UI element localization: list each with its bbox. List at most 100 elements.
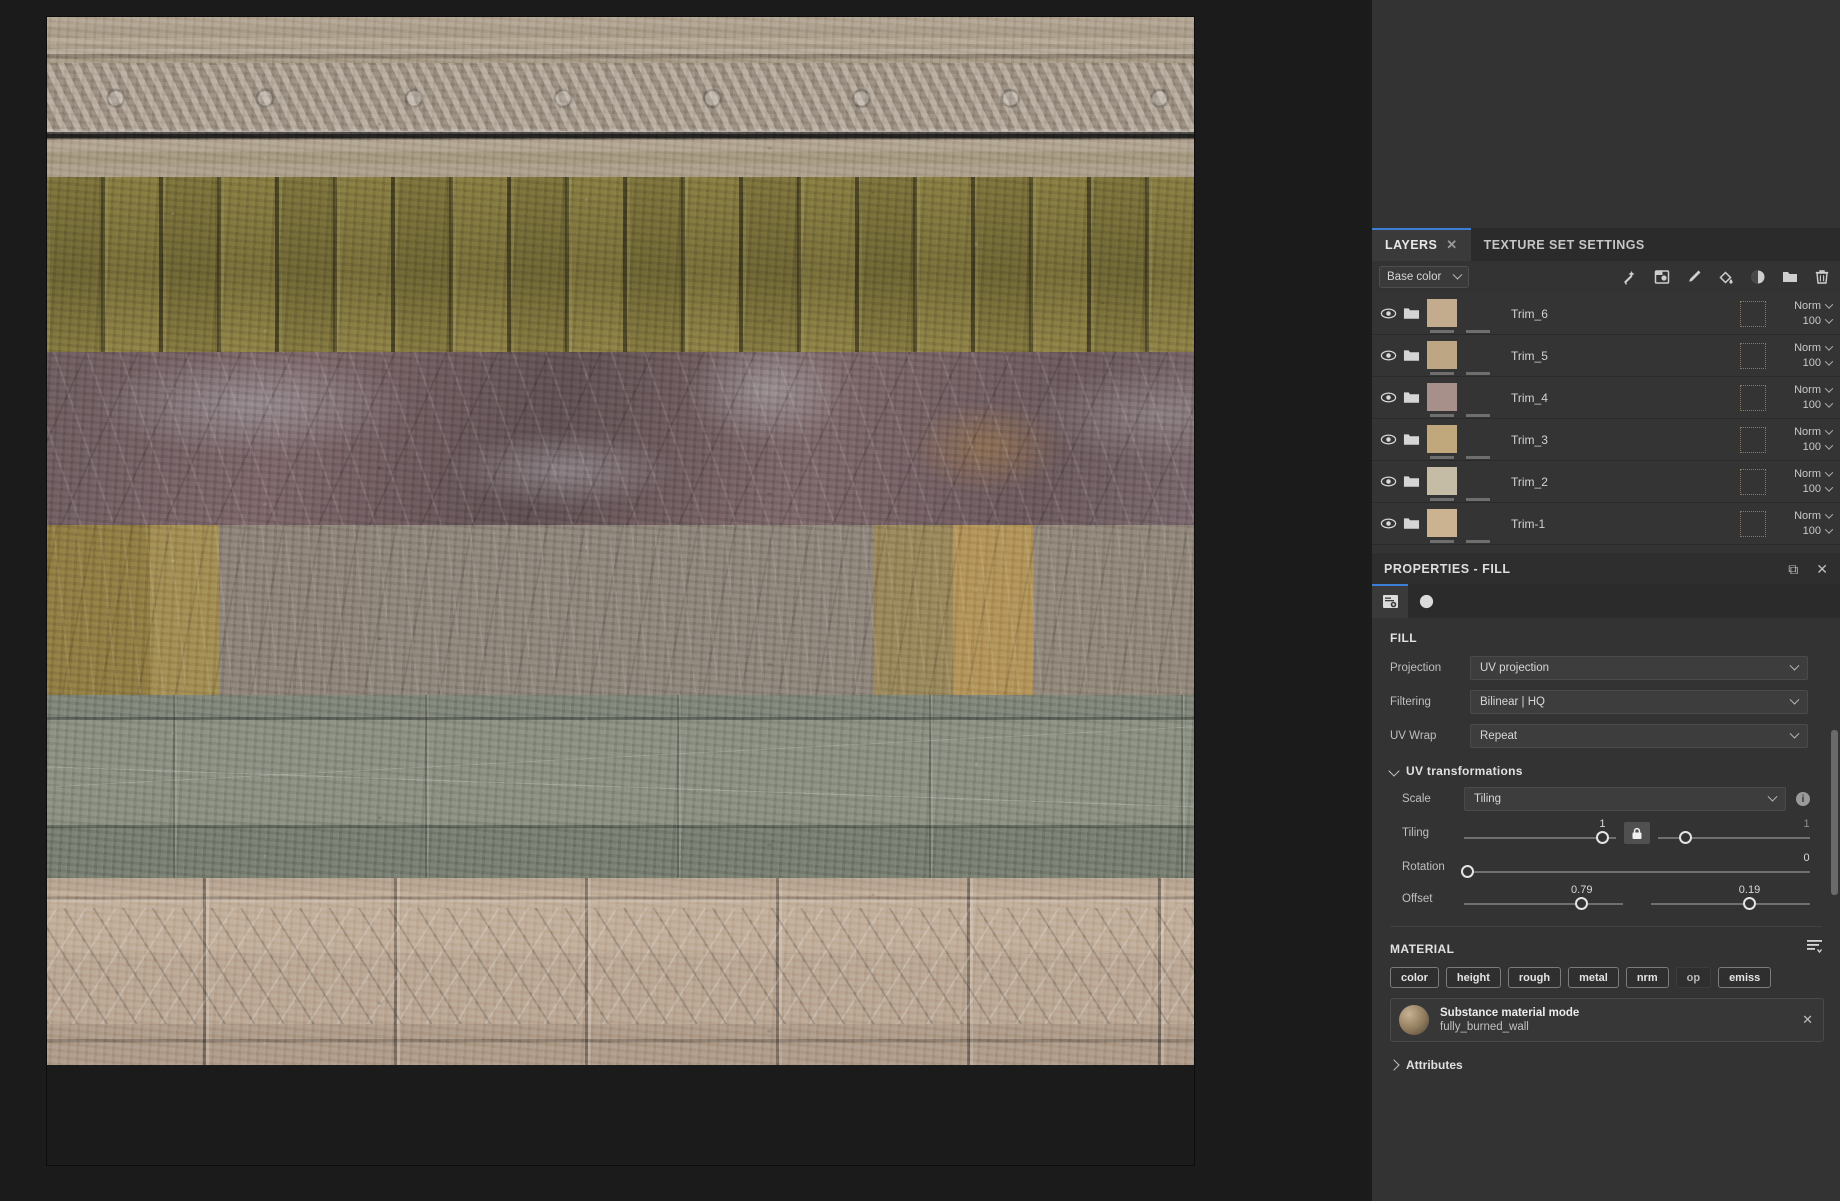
tiling-v-knob[interactable] (1678, 831, 1692, 844)
properties-tabbar (1372, 584, 1840, 618)
layer-mask-thumbnail[interactable] (1463, 509, 1493, 543)
offset-v-knob[interactable] (1743, 897, 1757, 910)
layer-mask-thumbnail[interactable] (1463, 299, 1493, 333)
blend-mode-select[interactable]: Norm (1794, 426, 1834, 438)
folder-icon[interactable] (1781, 268, 1799, 286)
rotation-slider[interactable]: 0 (1460, 852, 1810, 882)
channel-chip-emiss[interactable]: emiss (1718, 967, 1772, 988)
blend-mode-select[interactable]: Norm (1794, 468, 1834, 480)
effect-placeholder-box[interactable] (1740, 468, 1766, 495)
tab-layers[interactable]: LAYERS ✕ (1372, 228, 1471, 261)
info-icon[interactable]: i (1796, 792, 1810, 806)
properties-body[interactable]: FILL Projection UV projection Filtering … (1372, 618, 1840, 1105)
layer-thumbnail[interactable] (1427, 340, 1457, 375)
layer-thumbnail[interactable] (1427, 382, 1457, 417)
layer-row-right: Norm 100 (1740, 377, 1834, 418)
attributes-header[interactable]: Attributes (1372, 1042, 1840, 1072)
offset-sliders[interactable]: 0.79 0.19 (1464, 884, 1810, 914)
filtering-value: Bilinear | HQ (1480, 696, 1545, 708)
blend-mode-select[interactable]: Norm (1794, 510, 1834, 522)
smart-material-icon[interactable] (1653, 268, 1671, 286)
layer-mask-thumbnail[interactable] (1463, 425, 1493, 459)
effect-placeholder-box[interactable] (1740, 300, 1766, 327)
tab-material-preview[interactable] (1408, 584, 1444, 618)
table-row[interactable]: Trim_5 Norm 100 (1372, 335, 1840, 377)
table-row[interactable]: Trim_3 Norm 100 (1372, 419, 1840, 461)
layer-thumbnail[interactable] (1427, 424, 1457, 459)
close-icon[interactable]: ✕ (1816, 562, 1828, 576)
texture-plane[interactable] (47, 17, 1194, 1165)
opacity-select[interactable]: 100 (1803, 441, 1834, 453)
channel-chip-metal[interactable]: metal (1568, 967, 1619, 988)
channel-chip-op[interactable]: op (1675, 967, 1712, 988)
channel-chip-color[interactable]: color (1390, 967, 1439, 988)
offset-v-track[interactable] (1650, 903, 1810, 905)
visibility-icon[interactable] (1380, 515, 1397, 532)
effect-placeholder-box[interactable] (1740, 342, 1766, 369)
scale-select[interactable]: Tiling (1464, 787, 1786, 811)
smart-mask-icon[interactable] (1621, 268, 1639, 286)
viewport-3d[interactable] (0, 0, 1367, 1201)
layer-thumbnail[interactable] (1427, 466, 1457, 501)
fill-layer-icon[interactable] (1717, 268, 1735, 286)
opacity-select[interactable]: 100 (1803, 483, 1834, 495)
tiling-u-knob[interactable] (1595, 831, 1609, 844)
channel-chip-rough[interactable]: rough (1507, 967, 1562, 988)
channel-menu-icon[interactable] (1806, 939, 1824, 959)
effect-placeholder-box[interactable] (1740, 384, 1766, 411)
visibility-icon[interactable] (1380, 389, 1397, 406)
properties-scrollbar[interactable] (1831, 730, 1838, 895)
paint-layer-icon[interactable] (1685, 268, 1703, 286)
uv-transformations-header[interactable]: UV transformations (1372, 756, 1840, 784)
material-channel-chips[interactable]: color height rough metal nrm op emiss (1372, 967, 1840, 988)
blend-mode-select[interactable]: Norm (1794, 342, 1834, 354)
projection-select[interactable]: UV projection (1470, 656, 1808, 680)
effect-placeholder-box[interactable] (1740, 510, 1766, 537)
undock-icon[interactable]: ⧉ (1788, 562, 1798, 576)
layer-mask-thumbnail[interactable] (1463, 467, 1493, 501)
channel-chip-nrm[interactable]: nrm (1625, 967, 1669, 988)
visibility-icon[interactable] (1380, 473, 1397, 490)
offset-u-track[interactable] (1464, 903, 1624, 905)
table-row[interactable]: Trim_6 Norm 100 (1372, 293, 1840, 335)
table-row[interactable]: Trim_2 Norm 100 (1372, 461, 1840, 503)
layer-thumbnail[interactable] (1427, 508, 1457, 543)
anchor-point-icon[interactable] (1749, 268, 1767, 286)
tiling-u-track[interactable] (1464, 837, 1617, 839)
uv-wrap-select[interactable]: Repeat (1470, 724, 1808, 748)
effect-placeholder-box[interactable] (1740, 426, 1766, 453)
layer-thumbnail[interactable] (1427, 298, 1457, 333)
material-entry[interactable]: Substance material mode fully_burned_wal… (1390, 998, 1824, 1042)
opacity-select[interactable]: 100 (1803, 525, 1834, 537)
delete-icon[interactable] (1813, 268, 1831, 286)
tab-texture-set-settings[interactable]: TEXTURE SET SETTINGS (1471, 228, 1658, 261)
tab-fill-properties[interactable] (1372, 584, 1408, 618)
chevron-down-icon (1824, 384, 1834, 393)
remove-material-icon[interactable]: ✕ (1802, 1012, 1813, 1028)
visibility-icon[interactable] (1380, 431, 1397, 448)
opacity-select[interactable]: 100 (1803, 357, 1834, 369)
fill-properties-icon (1382, 594, 1398, 608)
layer-mask-thumbnail[interactable] (1463, 383, 1493, 417)
blend-mode-select[interactable]: Norm (1794, 384, 1834, 396)
visibility-icon[interactable] (1380, 347, 1397, 364)
field-tiling-label: Tiling (1402, 827, 1430, 839)
filtering-select[interactable]: Bilinear | HQ (1470, 690, 1808, 714)
tiling-lock-button[interactable] (1624, 822, 1650, 844)
chevron-down-icon (1789, 660, 1800, 671)
offset-u-knob[interactable] (1575, 897, 1589, 910)
channel-chip-height[interactable]: height (1445, 967, 1501, 988)
layer-list[interactable]: Trim_6 Norm 100 Trim_5 Norm 100 Trim_4 Norm 100 T… (1372, 293, 1840, 545)
channel-select[interactable]: Base color (1379, 266, 1469, 288)
close-icon[interactable]: ✕ (1446, 238, 1457, 251)
opacity-select[interactable]: 100 (1803, 399, 1834, 411)
layer-mask-thumbnail[interactable] (1463, 341, 1493, 375)
table-row[interactable]: Trim-1 Norm 100 (1372, 503, 1840, 545)
tiling-sliders[interactable]: 1 1 (1464, 818, 1810, 848)
rotation-knob[interactable] (1460, 865, 1474, 878)
blend-mode-select[interactable]: Norm (1794, 300, 1834, 312)
opacity-select[interactable]: 100 (1803, 315, 1834, 327)
table-row[interactable]: Trim_4 Norm 100 (1372, 377, 1840, 419)
rotation-track[interactable] (1464, 871, 1810, 873)
visibility-icon[interactable] (1380, 305, 1397, 322)
